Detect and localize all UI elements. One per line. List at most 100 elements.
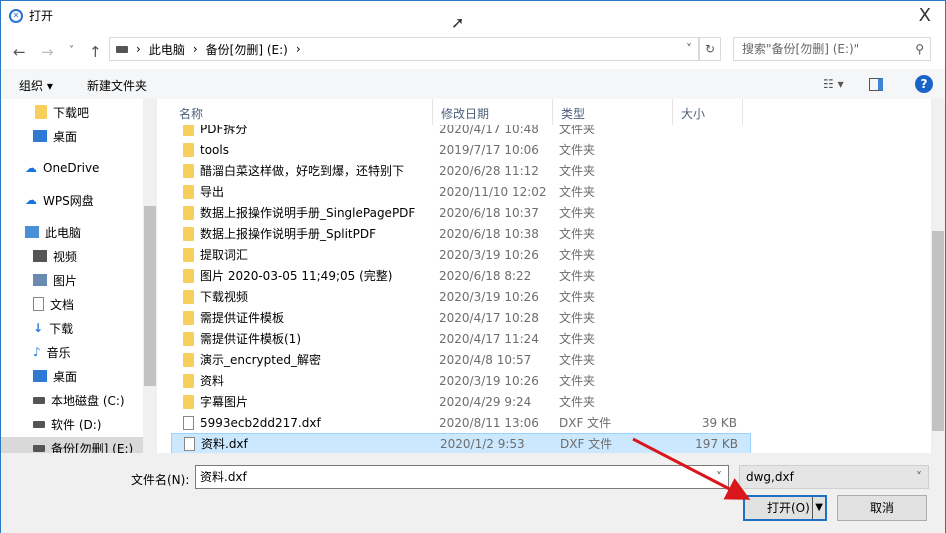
- sidebar-item-downloads[interactable]: ↓ 下载: [1, 317, 143, 339]
- sidebar-label: 桌面: [53, 369, 78, 384]
- folder-icon: [183, 163, 194, 178]
- file-row[interactable]: 导出 2020/11/10 12:02 文件夹: [171, 181, 751, 202]
- file-row[interactable]: 需提供证件模板 2020/4/17 10:28 文件夹: [171, 307, 751, 328]
- sidebar-item-videos[interactable]: 视频: [1, 245, 143, 267]
- breadcrumb-drive-e[interactable]: 备份[勿删] (E:): [206, 41, 288, 58]
- open-dropdown-icon[interactable]: ▼: [812, 497, 823, 519]
- forward-button[interactable]: →: [41, 43, 54, 61]
- file-row[interactable]: 数据上报操作说明手册_SplitPDF 2020/6/18 10:38 文件夹: [171, 223, 751, 244]
- file-row[interactable]: 数据上报操作说明手册_SinglePagePDF 2020/6/18 10:37 文…: [171, 202, 751, 223]
- file-row[interactable]: 5993ecb2dd217.dxf 2020/8/11 13:06 DXF 文件 39…: [171, 412, 751, 433]
- refresh-button[interactable]: ↻: [699, 37, 721, 61]
- file-date: 2020/3/19 10:26: [439, 373, 539, 388]
- help-button[interactable]: ?: [915, 75, 933, 93]
- sidebar-item-pictures[interactable]: 图片: [1, 269, 143, 291]
- drive-icon: [33, 420, 45, 428]
- preview-pane-icon[interactable]: [869, 78, 883, 91]
- file-type: 文件夹: [559, 185, 596, 199]
- file-row[interactable]: 需提供证件模板(1) 2020/4/17 11:24 文件夹: [171, 328, 751, 349]
- computer-icon: [25, 226, 39, 238]
- sidebar-item-drive-d[interactable]: 软件 (D:): [1, 413, 143, 435]
- column-date[interactable]: 修改日期: [433, 99, 553, 125]
- column-name[interactable]: 名称: [171, 99, 433, 125]
- filename-value: 资料.dxf: [200, 470, 247, 484]
- new-folder-button[interactable]: 新建文件夹: [87, 77, 147, 94]
- sidebar-label: 此电脑: [45, 225, 82, 240]
- file-date: 2020/6/18 10:37: [439, 205, 539, 220]
- title-bar: ✕ 打开: [9, 7, 53, 24]
- file-row[interactable]: 演示_encrypted_解密 2020/4/8 10:57 文件夹: [171, 349, 751, 370]
- address-bar[interactable]: › 此电脑 › 备份[勿删] (E:) › ˅: [109, 37, 699, 61]
- file-type: 文件夹: [559, 332, 596, 346]
- folder-icon: [183, 142, 194, 157]
- sidebar-label: 文档: [50, 297, 75, 312]
- file-row[interactable]: 下载视频 2020/3/19 10:26 文件夹: [171, 286, 751, 307]
- sidebar-item-drive-e[interactable]: 备份[勿删] (E:): [1, 437, 143, 453]
- music-icon: ♪: [33, 345, 41, 359]
- file-name-cell: 数据上报操作说明手册_SplitPDF: [171, 225, 433, 242]
- view-options-icon[interactable]: ☷ ▾: [823, 77, 844, 91]
- file-type: DXF 文件: [559, 416, 612, 430]
- close-button[interactable]: X: [919, 5, 931, 26]
- back-button[interactable]: ←: [13, 43, 26, 61]
- file-name: 需提供证件模板(1): [200, 332, 301, 346]
- sidebar-item-drive-c[interactable]: 本地磁盘 (C:): [1, 389, 143, 411]
- file-row[interactable]: 图片 2020-03-05 11;49;05 (完整) 2020/6/18 8:2…: [171, 265, 751, 286]
- column-size[interactable]: 大小: [673, 99, 743, 125]
- file-size: 39 KB: [701, 415, 737, 430]
- file-row[interactable]: 提取词汇 2020/3/19 10:26 文件夹: [171, 244, 751, 265]
- folder-icon: [35, 105, 47, 119]
- drive-icon: [33, 396, 45, 404]
- file-row[interactable]: tools 2019/7/17 10:06 文件夹: [171, 139, 751, 160]
- drive-icon: [116, 45, 128, 53]
- file-row[interactable]: 醋溜白菜这样做，好吃到爆，还特别下 2020/6/28 11:12 文件夹: [171, 160, 751, 181]
- organize-button[interactable]: 组织 ▾: [19, 77, 53, 94]
- sidebar-item-this-pc[interactable]: 此电脑: [1, 221, 143, 243]
- sidebar-scrollbar-thumb[interactable]: [144, 206, 156, 386]
- filetype-select[interactable]: dwg,dxf ˅: [739, 465, 929, 489]
- file-date: 2020/4/29 9:24: [439, 394, 532, 409]
- column-type[interactable]: 类型: [553, 99, 673, 125]
- file-row[interactable]: 字幕图片 2020/4/29 9:24 文件夹: [171, 391, 751, 412]
- sidebar-item-desktop-2[interactable]: 桌面: [1, 365, 143, 387]
- file-row[interactable]: 资料 2020/3/19 10:26 文件夹: [171, 370, 751, 391]
- file-name: 数据上报操作说明手册_SplitPDF: [200, 227, 376, 241]
- file-type: 文件夹: [559, 374, 596, 388]
- cancel-button[interactable]: 取消: [837, 495, 927, 521]
- open-label: 打开(O): [767, 501, 810, 515]
- sidebar-item-downloads-folder[interactable]: 下载吧: [1, 101, 143, 123]
- app-logo-icon: ✕: [9, 8, 23, 23]
- file-name-cell: 字幕图片: [171, 393, 433, 410]
- file-name-cell: 导出: [171, 183, 433, 200]
- sidebar-item-wps[interactable]: ☁ WPS网盘: [1, 189, 143, 211]
- navigation-pane: 下载吧 桌面 ☁ OneDrive ☁ WPS网盘 此电脑 视频 图片 文档 ↓ 下载…: [1, 99, 157, 453]
- sidebar-label: 软件 (D:): [51, 417, 102, 432]
- up-button[interactable]: ↑: [89, 43, 102, 61]
- recent-locations-button[interactable]: ˅: [69, 45, 74, 56]
- breadcrumb-this-pc[interactable]: 此电脑: [149, 41, 185, 58]
- file-name: 图片 2020-03-05 11;49;05 (完整): [200, 269, 393, 283]
- address-dropdown-icon[interactable]: ˅: [686, 42, 692, 56]
- file-date: 2020/6/28 11:12: [439, 163, 539, 178]
- sidebar-label: 音乐: [46, 345, 71, 360]
- search-input[interactable]: 搜索"备份[勿删] (E:)" ⚲: [733, 37, 931, 61]
- file-name: tools: [200, 142, 229, 157]
- file-icon: [183, 415, 194, 430]
- file-date: 2019/7/17 10:06: [439, 142, 539, 157]
- sidebar-item-documents[interactable]: 文档: [1, 293, 143, 315]
- sidebar-item-music[interactable]: ♪ 音乐: [1, 341, 143, 363]
- sidebar-item-onedrive[interactable]: ☁ OneDrive: [1, 157, 143, 179]
- video-icon: [33, 250, 47, 262]
- file-name-cell: 数据上报操作说明手册_SinglePagePDF: [171, 204, 433, 221]
- file-type: 文件夹: [559, 248, 596, 262]
- file-name-cell: 需提供证件模板: [171, 309, 433, 326]
- sidebar-label: 图片: [53, 273, 78, 288]
- open-file-dialog: ✕ 打开 X ➚ ← → ˅ ↑ › 此电脑 › 备份[勿删] (E:) › ˅…: [0, 0, 946, 533]
- file-list-scrollbar-thumb[interactable]: [932, 231, 944, 431]
- file-name-cell: 资料.dxf: [172, 435, 434, 452]
- sidebar-label: 下载吧: [53, 105, 90, 120]
- file-name-cell: 需提供证件模板(1): [171, 330, 433, 347]
- sidebar-item-desktop[interactable]: 桌面: [1, 125, 143, 147]
- folder-icon: [183, 373, 194, 388]
- file-name-cell: 资料: [171, 372, 433, 389]
